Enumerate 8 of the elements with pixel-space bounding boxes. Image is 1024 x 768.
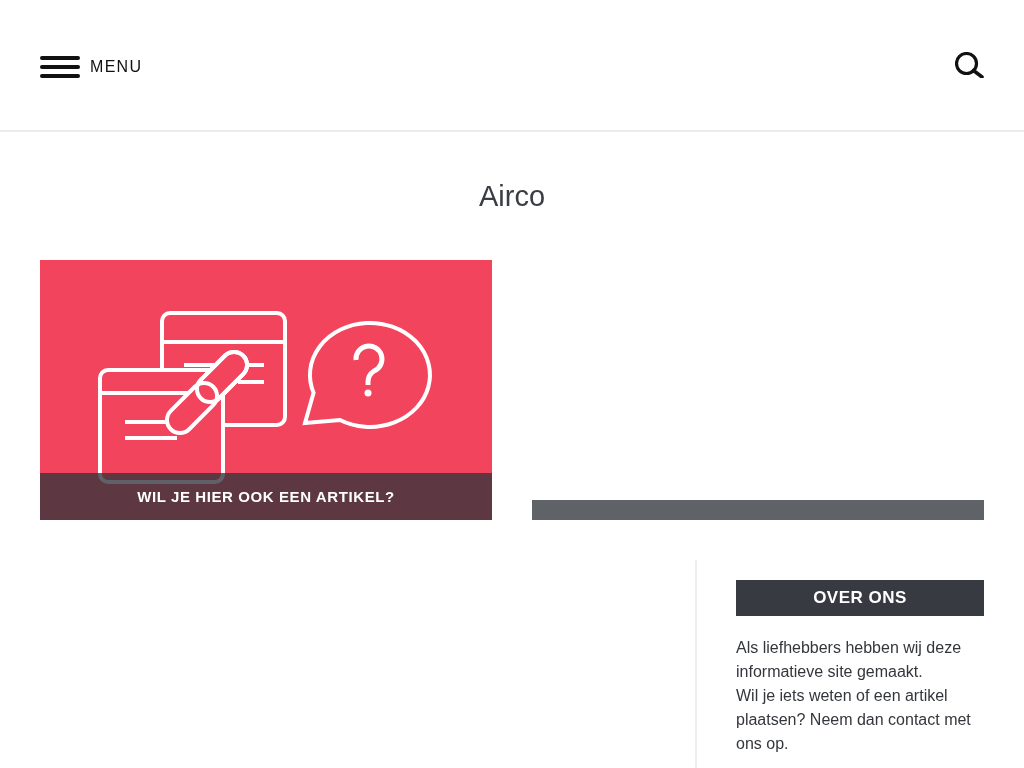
search-icon xyxy=(955,52,984,78)
widget-title: OVER ONS xyxy=(736,580,984,616)
about-text: Als liefhebbers hebben wij deze informatieve site gemaakt. Wil je iets weten of een artikel plaatsen? Neem dan contact met ons op. xyxy=(736,638,972,754)
menu-icon xyxy=(40,56,80,78)
search-button[interactable] xyxy=(955,52,984,78)
page-title: Airco xyxy=(477,179,547,214)
menu-button[interactable]: MENU xyxy=(40,56,143,78)
post-caption-link[interactable]: WIL JE HIER OOK EEN ARTIKEL? xyxy=(40,473,492,520)
